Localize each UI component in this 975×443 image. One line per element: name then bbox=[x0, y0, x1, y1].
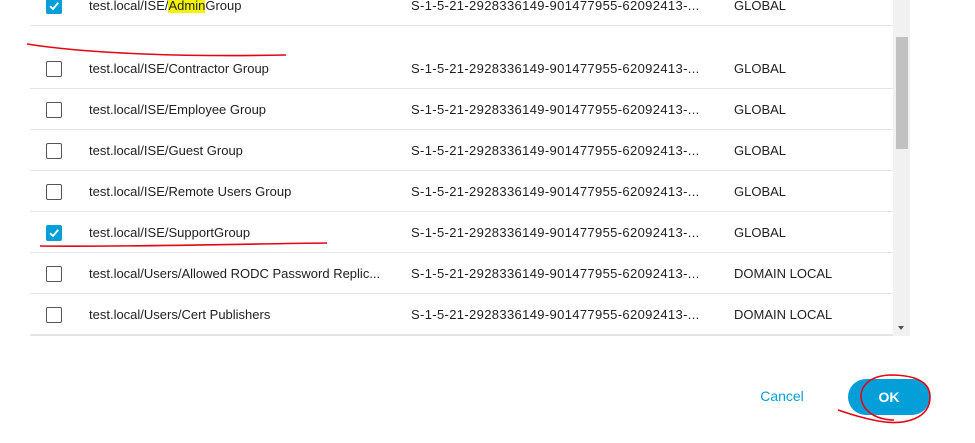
group-scope: GLOBAL bbox=[734, 143, 787, 158]
check-icon bbox=[49, 2, 59, 11]
group-scope: DOMAIN LOCAL bbox=[734, 307, 833, 322]
table-row[interactable]: test.local/ISE/Contractor Group S-1-5-21… bbox=[30, 48, 893, 89]
group-name: test.local/ISE/AdminGroup bbox=[89, 0, 242, 13]
group-name: test.local/ISE/SupportGroup bbox=[89, 225, 251, 240]
row-checkbox[interactable] bbox=[46, 143, 62, 159]
group-scope: DOMAIN LOCAL bbox=[734, 266, 833, 281]
vertical-scrollbar[interactable] bbox=[893, 0, 910, 336]
group-name: test.local/ISE/Guest Group bbox=[89, 143, 243, 158]
row-checkbox[interactable] bbox=[46, 225, 62, 241]
table-row[interactable]: test.local/Users/Cert Publishers S-1-5-2… bbox=[30, 294, 893, 335]
table-row[interactable]: test.local/ISE/SupportGroup S-1-5-21-292… bbox=[30, 212, 893, 253]
group-scope: GLOBAL bbox=[734, 61, 787, 76]
group-name: test.local/Users/Cert Publishers bbox=[89, 307, 271, 322]
scrollbar-thumb[interactable] bbox=[896, 37, 908, 149]
group-name: test.local/ISE/Employee Group bbox=[89, 102, 267, 117]
group-sid: S-1-5-21-2928336149-901477955-62092413-.… bbox=[411, 266, 700, 281]
group-scope: GLOBAL bbox=[734, 0, 787, 13]
group-sid: S-1-5-21-2928336149-901477955-62092413-.… bbox=[411, 307, 700, 322]
group-sid: S-1-5-21-2928336149-901477955-62092413-.… bbox=[411, 184, 700, 199]
group-name: test.local/ISE/Remote Users Group bbox=[89, 184, 292, 199]
group-sid: S-1-5-21-2928336149-901477955-62092413-.… bbox=[411, 61, 700, 76]
group-sid: S-1-5-21-2928336149-901477955-62092413-.… bbox=[411, 0, 700, 13]
group-scope: GLOBAL bbox=[734, 225, 787, 240]
check-icon bbox=[49, 229, 59, 238]
table-row[interactable]: test.local/ISE/AdminGroup S-1-5-21-29283… bbox=[30, 0, 893, 26]
group-scope: GLOBAL bbox=[734, 184, 787, 199]
row-checkbox[interactable] bbox=[46, 307, 62, 323]
row-checkbox[interactable] bbox=[46, 102, 62, 118]
groups-table: test.local/ISE/AdminGroup S-1-5-21-29283… bbox=[30, 0, 893, 336]
group-name: test.local/Users/Allowed RODC Password R… bbox=[89, 266, 381, 281]
group-sid: S-1-5-21-2928336149-901477955-62092413-.… bbox=[411, 102, 700, 117]
cancel-button[interactable]: Cancel bbox=[742, 380, 822, 412]
group-sid: S-1-5-21-2928336149-901477955-62092413-.… bbox=[411, 225, 700, 240]
table-row[interactable]: test.local/ISE/Remote Users Group S-1-5-… bbox=[30, 171, 893, 212]
group-sid: S-1-5-21-2928336149-901477955-62092413-.… bbox=[411, 143, 700, 158]
ok-button[interactable]: OK bbox=[848, 379, 930, 415]
row-checkbox[interactable] bbox=[46, 61, 62, 77]
row-checkbox[interactable] bbox=[46, 0, 62, 14]
row-checkbox[interactable] bbox=[46, 184, 62, 200]
table-row[interactable]: test.local/ISE/Employee Group S-1-5-21-2… bbox=[30, 89, 893, 130]
group-scope: GLOBAL bbox=[734, 102, 787, 117]
group-name: test.local/ISE/Contractor Group bbox=[89, 61, 269, 76]
table-row[interactable]: test.local/ISE/Guest Group S-1-5-21-2928… bbox=[30, 130, 893, 171]
row-checkbox[interactable] bbox=[46, 266, 62, 282]
scroll-down-arrow-icon[interactable] bbox=[898, 326, 904, 330]
table-row[interactable]: test.local/Users/Allowed RODC Password R… bbox=[30, 253, 893, 294]
search-highlight: Admin bbox=[168, 0, 206, 13]
